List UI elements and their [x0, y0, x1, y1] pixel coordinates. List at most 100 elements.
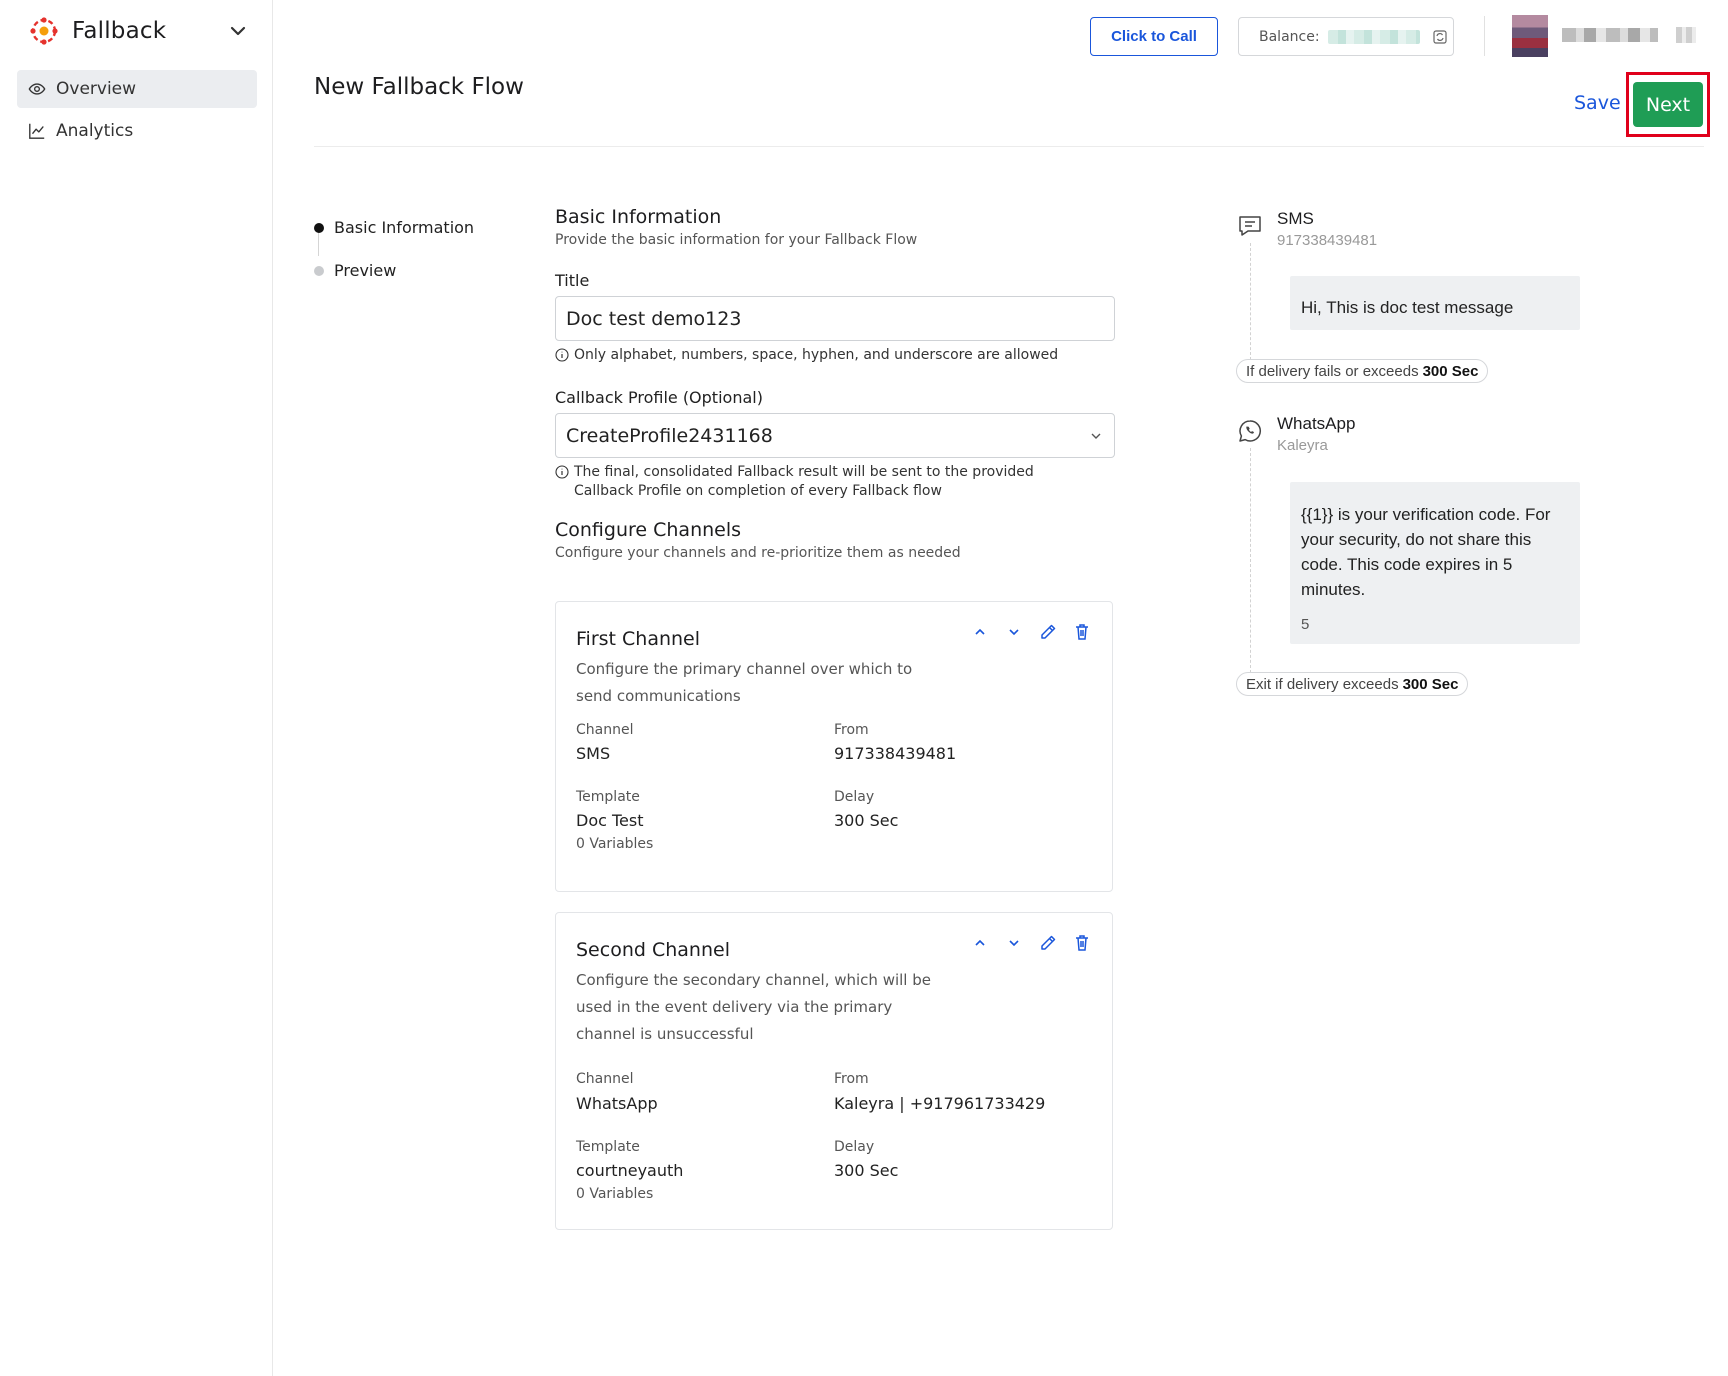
card-description-line: used in the event delivery via the prima… — [576, 998, 893, 1016]
from-value: Kaleyra | +917961733429 — [834, 1094, 1046, 1113]
balance-label: Balance: — [1259, 28, 1320, 45]
callback-profile-select[interactable]: CreateProfile2431168 — [555, 413, 1115, 458]
page-title: New Fallback Flow — [314, 74, 524, 100]
delay-label: Delay — [834, 789, 875, 805]
trash-icon — [1076, 935, 1088, 951]
title-input[interactable] — [555, 296, 1115, 341]
card-actions — [970, 933, 1092, 953]
preview-timeline-line — [1250, 448, 1251, 673]
card-title: First Channel — [576, 628, 701, 650]
sidebar-item-analytics[interactable]: Analytics — [17, 112, 257, 150]
variables-count: 0 Variables — [576, 836, 654, 852]
eye-icon — [28, 83, 46, 95]
sidebar-item-label: Overview — [56, 79, 137, 99]
callback-profile-value: CreateProfile2431168 — [566, 424, 773, 447]
fallback-condition-value: 300 Sec — [1422, 362, 1479, 380]
move-down-button[interactable] — [1004, 933, 1024, 953]
callback-profile-label: Callback Profile (Optional) — [555, 388, 763, 407]
exit-condition-text: Exit if delivery exceeds — [1246, 675, 1399, 693]
pencil-icon — [1041, 935, 1056, 950]
section-subtitle: Provide the basic information for your F… — [555, 232, 918, 248]
from-label: From — [834, 1071, 869, 1087]
app-name: Fallback — [72, 18, 167, 44]
basic-information-form: Basic Information Provide the basic info… — [555, 206, 1115, 561]
configure-channels-subtitle: Configure your channels and re-prioritiz… — [555, 545, 961, 561]
edit-button[interactable] — [1038, 933, 1058, 953]
delay-value: 300 Sec — [834, 1161, 899, 1180]
preview-sms-message-text: Hi, This is doc test message — [1301, 298, 1514, 317]
preview-whatsapp-footer: 5 — [1301, 616, 1310, 633]
whatsapp-icon — [1239, 420, 1261, 442]
pencil-icon — [1041, 624, 1056, 639]
preview-sms-message: Hi, This is doc test message — [1290, 276, 1580, 330]
user-menu-icon[interactable] — [1676, 27, 1696, 43]
fallback-condition-pill: If delivery fails or exceeds 300 Sec — [1236, 359, 1489, 383]
channel-card-first: First Channel Configure the primary chan… — [555, 601, 1113, 892]
step-label: Preview — [334, 261, 397, 280]
balance-widget: Balance: — [1238, 17, 1454, 56]
delay-value: 300 Sec — [834, 811, 899, 830]
preview-sms-name: SMS — [1277, 209, 1314, 228]
template-value: Doc Test — [576, 811, 644, 830]
chevron-up-icon — [975, 939, 985, 946]
fallback-condition-text: If delivery fails or exceeds — [1246, 362, 1419, 380]
channel-value: WhatsApp — [576, 1094, 658, 1113]
move-up-button[interactable] — [970, 933, 990, 953]
preview-sms-sender: 917338439481 — [1277, 232, 1378, 249]
step-label: Basic Information — [334, 218, 475, 237]
card-description-line: Configure the secondary channel, which w… — [576, 971, 931, 989]
title-hint-text: Only alphabet, numbers, space, hyphen, a… — [574, 347, 1059, 363]
channel-value: SMS — [576, 744, 611, 763]
info-icon — [555, 465, 569, 479]
info-icon — [555, 348, 569, 362]
title-hint: Only alphabet, numbers, space, hyphen, a… — [555, 346, 1115, 365]
sidebar-nav: Overview Analytics — [17, 70, 257, 154]
card-description: Configure the secondary channel, which w… — [576, 967, 956, 1048]
template-label: Template — [576, 1139, 640, 1155]
step-dot-inactive — [314, 265, 324, 276]
configure-channels-title: Configure Channels — [555, 519, 742, 541]
app-switcher[interactable]: Fallback — [28, 14, 250, 48]
delete-button[interactable] — [1072, 933, 1092, 953]
user-name-redacted — [1562, 28, 1658, 42]
stepper: Basic Information Preview — [314, 206, 474, 292]
move-down-button[interactable] — [1004, 622, 1024, 642]
fallback-logo-icon — [30, 17, 58, 45]
channel-label: Channel — [576, 722, 634, 738]
channel-label: Channel — [576, 1071, 634, 1087]
delay-label: Delay — [834, 1139, 875, 1155]
avatar[interactable] — [1512, 15, 1548, 57]
click-to-call-button[interactable]: Click to Call — [1090, 17, 1218, 56]
callback-hint: The final, consolidated Fallback result … — [555, 463, 1115, 501]
delete-button[interactable] — [1072, 622, 1092, 642]
step-dot-active — [314, 222, 324, 233]
from-label: From — [834, 722, 869, 738]
card-description-line: Configure the primary channel over which… — [576, 660, 913, 678]
header-divider — [1484, 16, 1485, 56]
card-actions — [970, 622, 1092, 642]
exit-condition-pill: Exit if delivery exceeds 300 Sec — [1236, 672, 1469, 696]
channel-card-second: Second Channel Configure the secondary c… — [555, 912, 1113, 1230]
exit-condition-value: 300 Sec — [1402, 675, 1459, 693]
preview-whatsapp-sender: Kaleyra — [1277, 437, 1328, 454]
next-button[interactable]: Next — [1633, 82, 1703, 127]
section-title: Basic Information — [555, 206, 722, 228]
balance-value-redacted — [1327, 29, 1420, 44]
edit-button[interactable] — [1038, 622, 1058, 642]
card-description: Configure the primary channel over which… — [576, 656, 956, 710]
preview-whatsapp-line: {{1}} is your verification code. For — [1301, 505, 1551, 524]
move-up-button[interactable] — [970, 622, 990, 642]
template-value: courtneyauth — [576, 1161, 684, 1180]
step-preview[interactable]: Preview — [314, 249, 474, 292]
save-button[interactable]: Save — [1574, 92, 1621, 114]
sidebar-item-overview[interactable]: Overview — [17, 70, 257, 108]
chevron-up-icon — [975, 628, 985, 635]
chevron-down-icon — [1009, 629, 1019, 636]
card-description-line: channel is unsuccessful — [576, 1025, 754, 1043]
line-chart-icon — [29, 123, 45, 139]
refresh-icon[interactable] — [1432, 29, 1448, 45]
template-label: Template — [576, 789, 640, 805]
chevron-down-icon[interactable] — [226, 19, 250, 43]
step-basic-information[interactable]: Basic Information — [314, 206, 474, 249]
chevron-down-icon — [1009, 940, 1019, 947]
